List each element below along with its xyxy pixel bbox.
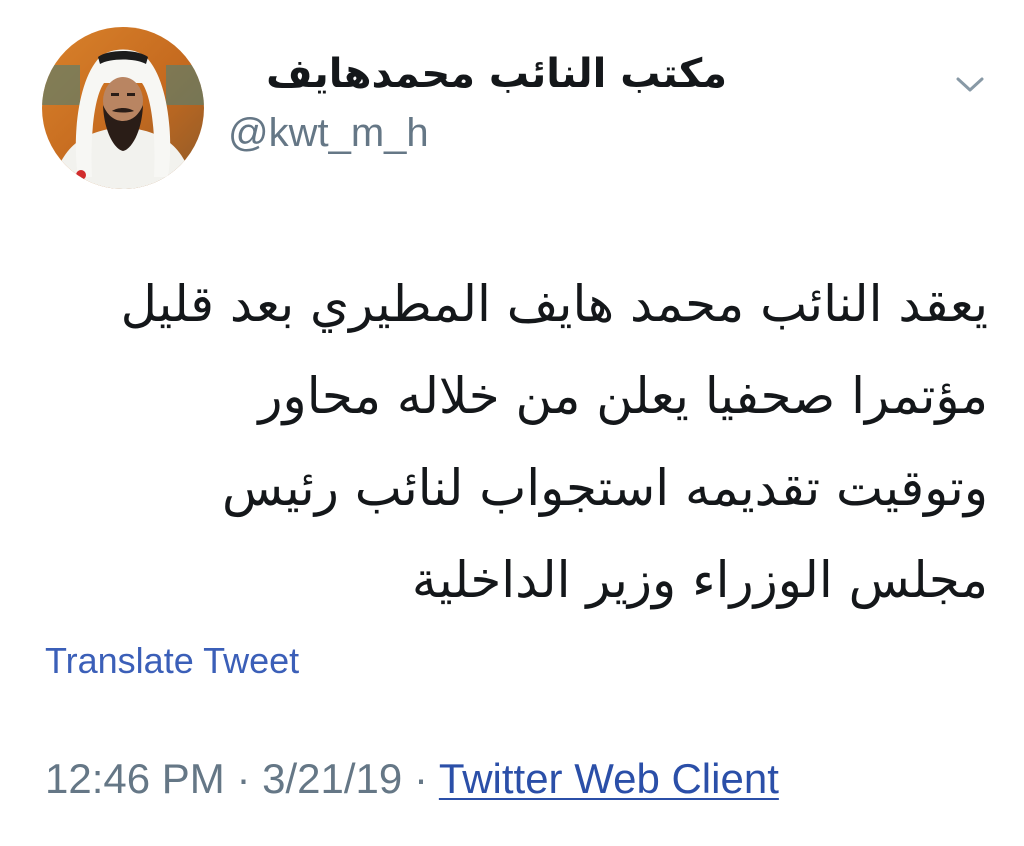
meta-separator: · [413, 755, 428, 802]
avatar-image [42, 27, 204, 189]
tweet-text-line: مؤتمرا صحفيا يعلن من خلاله محاور [258, 367, 988, 425]
tweet-metadata: 12:46 PM · 3/21/19 · Twitter Web Client [45, 752, 779, 806]
tweet-date: 3/21/19 [262, 755, 403, 802]
chevron-down-icon [956, 77, 984, 92]
tweet-text: يعقد النائب محمد هايف المطيري بعد قليل م… [36, 258, 988, 626]
tweet-time: 12:46 PM [45, 755, 225, 802]
author-handle[interactable]: @kwt_m_h [228, 108, 429, 158]
author-avatar[interactable] [42, 27, 204, 189]
author-display-name[interactable]: مكتب النائب محمدهايف [266, 46, 727, 102]
meta-separator: · [236, 755, 251, 802]
translate-tweet-link[interactable]: Translate Tweet [45, 638, 299, 684]
tweet-text-line: يعقد النائب محمد هايف المطيري بعد قليل [120, 275, 988, 333]
tweet-text-line: وتوقيت تقديمه استجواب لنائب رئيس [221, 459, 988, 517]
tweet-menu-button[interactable] [948, 62, 992, 106]
tweet-text-line: مجلس الوزراء وزير الداخلية [411, 551, 988, 609]
tweet-source-link[interactable]: Twitter Web Client [439, 755, 779, 802]
